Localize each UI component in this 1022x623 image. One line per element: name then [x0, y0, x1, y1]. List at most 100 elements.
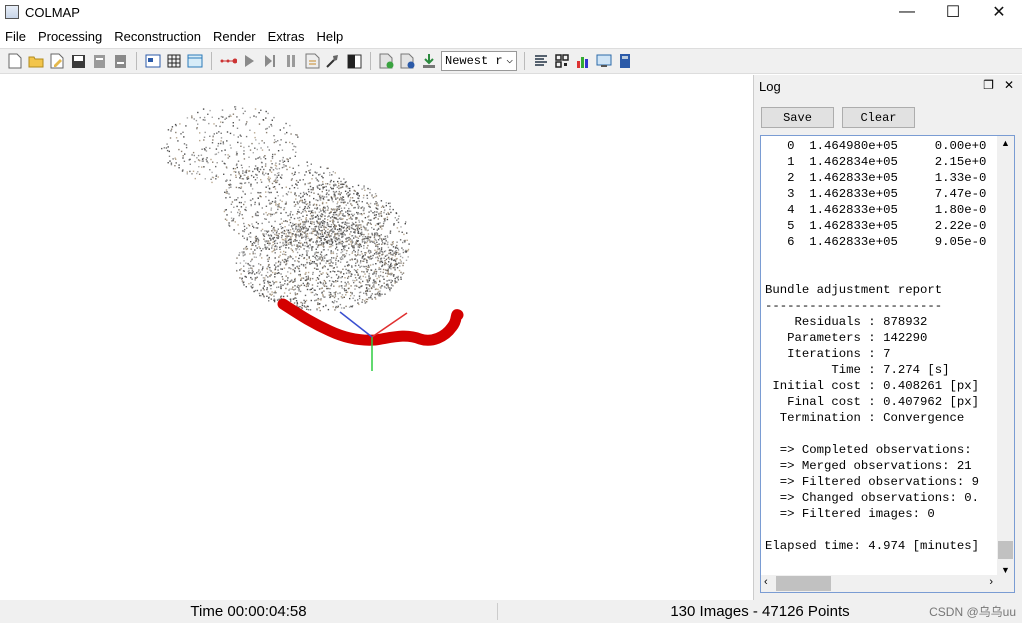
save-icon[interactable] — [69, 52, 87, 70]
log-vertical-scrollbar[interactable]: ▲ ▼ — [997, 136, 1014, 577]
edit-project-icon[interactable] — [48, 52, 66, 70]
point — [251, 244, 253, 247]
point — [280, 268, 282, 270]
point — [302, 221, 304, 223]
point — [267, 240, 270, 242]
reconstruction-select[interactable]: Newest r ⌵ — [441, 51, 517, 71]
point — [329, 174, 331, 176]
point-cloud-canvas[interactable] — [0, 75, 750, 600]
point — [332, 252, 335, 255]
float-dock-icon[interactable]: ❐ — [983, 78, 994, 92]
images-icon[interactable] — [144, 52, 162, 70]
point — [256, 182, 258, 184]
reconstruction-stats-icon[interactable] — [532, 52, 550, 70]
new-project-icon[interactable] — [6, 52, 24, 70]
menu-processing[interactable]: Processing — [33, 27, 109, 47]
import-icon[interactable] — [90, 52, 108, 70]
point — [239, 262, 242, 264]
close-dock-icon[interactable]: ✕ — [1004, 78, 1014, 92]
point — [206, 160, 208, 163]
scroll-thumb[interactable] — [998, 541, 1013, 559]
model-export-icon[interactable] — [420, 52, 438, 70]
point — [349, 187, 351, 190]
point — [351, 213, 353, 215]
point — [372, 254, 374, 257]
menu-render[interactable]: Render — [208, 27, 263, 47]
point — [277, 298, 280, 301]
render-options-icon[interactable] — [345, 52, 363, 70]
point — [390, 281, 392, 284]
menu-extras[interactable]: Extras — [263, 27, 312, 47]
open-project-icon[interactable] — [27, 52, 45, 70]
menu-file[interactable]: File — [0, 27, 33, 47]
point — [202, 108, 205, 110]
table-icon[interactable] — [186, 52, 204, 70]
point — [315, 172, 318, 174]
start-reconstruction-icon[interactable] — [219, 52, 237, 70]
point — [273, 248, 276, 250]
point — [319, 218, 321, 220]
point — [224, 218, 227, 220]
point — [204, 149, 206, 151]
close-button[interactable]: ✕ — [976, 0, 1022, 24]
log-textbox[interactable]: 0 1.464980e+05 0.00e+0 1 1.462834e+05 2.… — [760, 135, 1015, 593]
point — [228, 184, 230, 186]
maximize-button[interactable]: ☐ — [930, 0, 976, 24]
database-icon[interactable] — [616, 52, 634, 70]
scroll-down-icon[interactable]: ▼ — [1001, 565, 1010, 575]
scroll-right-icon[interactable]: › — [989, 576, 993, 588]
point — [192, 170, 195, 172]
point — [350, 285, 352, 287]
point — [353, 237, 355, 239]
step-icon[interactable] — [261, 52, 279, 70]
point — [321, 231, 323, 233]
scroll-thumb[interactable] — [776, 576, 831, 591]
model-icon[interactable] — [399, 52, 417, 70]
model-add-icon[interactable] — [378, 52, 396, 70]
point — [384, 235, 386, 238]
point — [309, 204, 311, 206]
point — [320, 282, 322, 284]
point — [378, 235, 380, 237]
grid-icon[interactable] — [165, 52, 183, 70]
point — [337, 237, 340, 240]
pause-icon[interactable] — [282, 52, 300, 70]
point — [313, 192, 315, 194]
point — [278, 167, 281, 170]
menu-reconstruction[interactable]: Reconstruction — [109, 27, 208, 47]
point — [333, 257, 335, 259]
point — [313, 262, 316, 264]
match-matrix-icon[interactable] — [553, 52, 571, 70]
play-icon[interactable] — [240, 52, 258, 70]
scroll-up-icon[interactable]: ▲ — [1001, 138, 1010, 148]
point — [315, 199, 317, 201]
point — [338, 230, 340, 233]
minimize-button[interactable]: — — [884, 0, 930, 24]
point — [266, 246, 269, 249]
point — [267, 191, 270, 193]
point — [317, 259, 319, 261]
scroll-left-icon[interactable]: ‹ — [764, 576, 768, 588]
screenshot-icon[interactable] — [595, 52, 613, 70]
point — [356, 260, 359, 262]
point — [295, 225, 297, 227]
export-icon[interactable] — [111, 52, 129, 70]
build-icon[interactable] — [324, 52, 342, 70]
chart-icon[interactable] — [574, 52, 592, 70]
menu-help[interactable]: Help — [311, 27, 350, 47]
bundle-adjust-icon[interactable] — [303, 52, 321, 70]
point — [294, 280, 296, 282]
log-clear-button[interactable]: Clear — [842, 107, 915, 128]
point — [356, 271, 358, 273]
point — [341, 234, 343, 236]
point — [286, 220, 288, 223]
point — [180, 133, 182, 135]
point — [302, 264, 305, 266]
point — [326, 231, 329, 234]
reconstruction-viewport[interactable] — [0, 75, 750, 600]
log-save-button[interactable]: Save — [761, 107, 834, 128]
log-horizontal-scrollbar[interactable]: ‹ › — [761, 575, 1014, 592]
point — [259, 253, 262, 255]
point — [345, 291, 347, 294]
point — [320, 256, 323, 258]
